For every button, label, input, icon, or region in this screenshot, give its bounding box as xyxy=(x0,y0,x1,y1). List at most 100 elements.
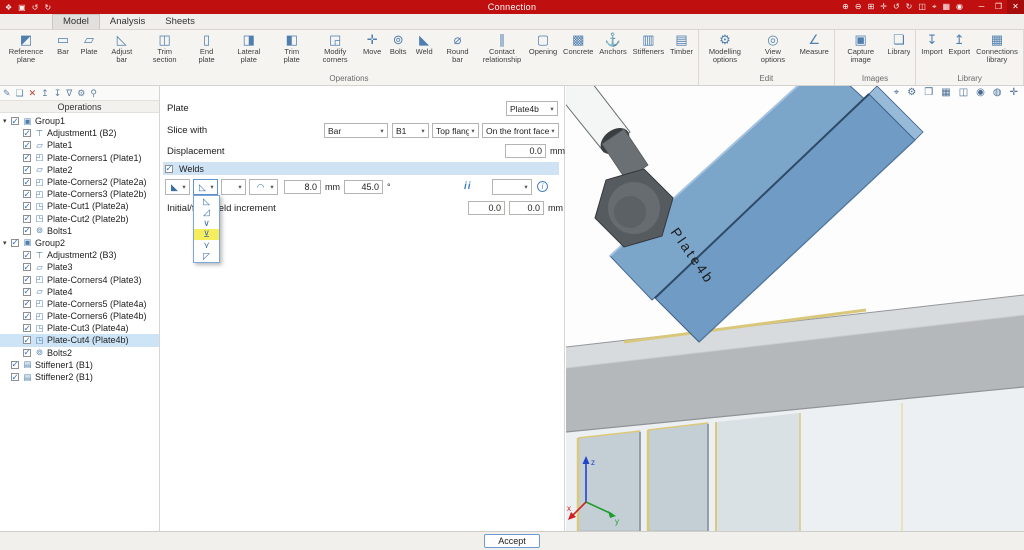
front-view-icon[interactable]: ◫ xyxy=(918,2,926,12)
displacement-input[interactable] xyxy=(505,144,546,158)
previous-view-icon[interactable]: ↺ xyxy=(893,2,900,12)
measure-button[interactable]: ∠ Measure xyxy=(797,31,832,65)
move-down-icon[interactable]: ↧ xyxy=(54,87,62,100)
tree-item[interactable]: ⊤ Adjustment2 (B3) xyxy=(0,249,159,261)
tree-item[interactable]: ◰ Plate-Corners1 (Plate1) xyxy=(0,152,159,164)
tree-item[interactable]: ▱ Plate3 xyxy=(0,261,159,273)
tree-item[interactable]: ◳ Plate-Cut4 (Plate4b) xyxy=(0,334,159,346)
tree-item[interactable]: ▤ Stiffener1 (B1) xyxy=(0,359,159,371)
item-checkbox[interactable] xyxy=(11,361,19,369)
3d-scene-canvas[interactable]: Plate4b z y x xyxy=(566,86,1024,531)
accept-button[interactable]: Accept xyxy=(484,534,540,548)
capture-image-button[interactable]: ▣ Capture image xyxy=(837,31,885,65)
item-checkbox[interactable] xyxy=(23,178,31,186)
bar-button[interactable]: ▭ Bar xyxy=(50,31,76,65)
tree-item[interactable]: ◳ Plate-Cut1 (Plate2a) xyxy=(0,200,159,212)
item-checkbox[interactable] xyxy=(23,349,31,357)
item-checkbox[interactable] xyxy=(11,239,19,247)
weld-type-option-1[interactable]: ◺ xyxy=(194,196,219,207)
close-button[interactable]: ✕ xyxy=(1007,0,1024,14)
item-checkbox[interactable] xyxy=(23,312,31,320)
zoom-fit-icon[interactable]: ⊞ xyxy=(868,2,875,12)
connections-library-button[interactable]: ▦ Connections library xyxy=(973,31,1021,65)
tree-item[interactable]: ▱ Plate1 xyxy=(0,139,159,151)
weld-type-option-5[interactable]: ⋎ xyxy=(194,240,219,251)
zoom-out-icon[interactable]: ⊖ xyxy=(855,2,862,12)
import-button[interactable]: ↧ Import xyxy=(918,31,945,65)
item-checkbox[interactable] xyxy=(23,324,31,332)
item-checkbox[interactable] xyxy=(23,336,31,344)
modelling-options-button[interactable]: ⚙ Modelling options xyxy=(701,31,749,65)
item-checkbox[interactable] xyxy=(23,202,31,210)
reference-plane-button[interactable]: ◩ Reference plane xyxy=(2,31,50,65)
weld-type-select[interactable]: ◺ xyxy=(193,179,218,195)
tree-item[interactable]: ◰ Plate-Corners3 (Plate2b) xyxy=(0,188,159,200)
item-checkbox[interactable] xyxy=(23,190,31,198)
tree-item[interactable]: ◳ Plate-Cut2 (Plate2b) xyxy=(0,213,159,225)
wireframe-icon[interactable]: ▦ xyxy=(942,2,950,12)
item-checkbox[interactable] xyxy=(23,288,31,296)
weld-side-select[interactable]: ◣ xyxy=(165,179,190,195)
weld-info-icon[interactable]: i xyxy=(537,181,548,192)
move-up-icon[interactable]: ↥ xyxy=(41,87,49,100)
weld-size-input[interactable] xyxy=(284,180,321,194)
tree-item[interactable]: ⊤ Adjustment1 (B2) xyxy=(0,127,159,139)
timber-button[interactable]: ▤ Timber xyxy=(667,31,696,65)
adjust-bar-button[interactable]: ◺ Adjust bar xyxy=(102,31,142,65)
tree-item[interactable]: ▱ Plate4 xyxy=(0,286,159,298)
tree-item[interactable]: ◰ Plate-Corners5 (Plate4a) xyxy=(0,298,159,310)
stiffeners-button[interactable]: ▥ Stiffeners xyxy=(630,31,667,65)
settings-icon[interactable]: ⚙ xyxy=(77,87,85,100)
view-settings-icon[interactable]: ⚙ xyxy=(907,87,916,98)
tree-item[interactable]: ◳ Plate-Cut3 (Plate4a) xyxy=(0,322,159,334)
weld-button[interactable]: ◣ Weld xyxy=(411,31,437,65)
item-checkbox[interactable] xyxy=(23,263,31,271)
maximize-button[interactable]: ❐ xyxy=(990,0,1007,14)
initial-weld-increment-input[interactable] xyxy=(468,201,505,215)
modify-corners-button[interactable]: ◲ Modify corners xyxy=(311,31,359,65)
tree-item[interactable]: ⊚ Bolts1 xyxy=(0,225,159,237)
concrete-button[interactable]: ▩ Concrete xyxy=(560,31,596,65)
item-checkbox[interactable] xyxy=(23,154,31,162)
weld-material-select[interactable] xyxy=(492,179,532,195)
opening-button[interactable]: ▢ Opening xyxy=(526,31,560,65)
tab-analysis[interactable]: Analysis xyxy=(100,15,155,29)
search-icon[interactable]: ⚲ xyxy=(90,87,97,100)
library-button[interactable]: ❏ Library xyxy=(885,31,914,65)
weld-type-option-4[interactable]: ⊻ xyxy=(194,229,219,240)
end-plate-button[interactable]: ▯ End plate xyxy=(188,31,225,65)
tree-item[interactable]: ▱ Plate2 xyxy=(0,164,159,176)
bolts-button[interactable]: ⊚ Bolts xyxy=(385,31,411,65)
minimize-button[interactable]: ─ xyxy=(973,0,990,14)
edit-operation-icon[interactable]: ✎ xyxy=(3,87,11,100)
tree-item[interactable]: ▣ Group1 xyxy=(0,115,159,127)
redo-icon[interactable]: ↻ xyxy=(44,3,51,12)
weld-corner-select[interactable] xyxy=(221,179,246,195)
capture-view-icon[interactable]: ❒ xyxy=(924,87,933,98)
pan-icon[interactable]: ✛ xyxy=(880,2,887,12)
tab-model[interactable]: Model xyxy=(52,14,100,29)
final-weld-increment-input[interactable] xyxy=(509,201,544,215)
item-checkbox[interactable] xyxy=(11,373,19,381)
weld-type-option-2[interactable]: ◿ xyxy=(194,207,219,218)
expander-icon[interactable] xyxy=(3,239,11,247)
app-menu-icon[interactable]: ❖ xyxy=(5,3,12,12)
section-view-icon[interactable]: ◫ xyxy=(959,87,968,98)
undo-icon[interactable]: ↺ xyxy=(32,3,39,12)
tree-item[interactable]: ▤ Stiffener2 (B1) xyxy=(0,371,159,383)
expander-icon[interactable] xyxy=(3,117,11,125)
weld-angle-input[interactable] xyxy=(344,180,383,194)
weld-both-sides-icon[interactable]: ii xyxy=(464,181,472,192)
export-button[interactable]: ↥ Export xyxy=(945,31,973,65)
isometric-view-icon[interactable]: ⌖ xyxy=(932,2,937,12)
lateral-plate-button[interactable]: ◨ Lateral plate xyxy=(225,31,272,65)
welds-checkbox[interactable] xyxy=(165,165,173,173)
next-view-icon[interactable]: ↻ xyxy=(906,2,913,12)
render-mode-icon[interactable]: ◍ xyxy=(993,87,1002,98)
weld-type-option-3[interactable]: ∨ xyxy=(194,218,219,229)
item-checkbox[interactable] xyxy=(23,276,31,284)
move-button[interactable]: ✛ Move xyxy=(359,31,385,65)
item-checkbox[interactable] xyxy=(11,117,19,125)
round-bar-button[interactable]: ⌀ Round bar xyxy=(437,31,478,65)
tree-item[interactable]: ▣ Group2 xyxy=(0,237,159,249)
